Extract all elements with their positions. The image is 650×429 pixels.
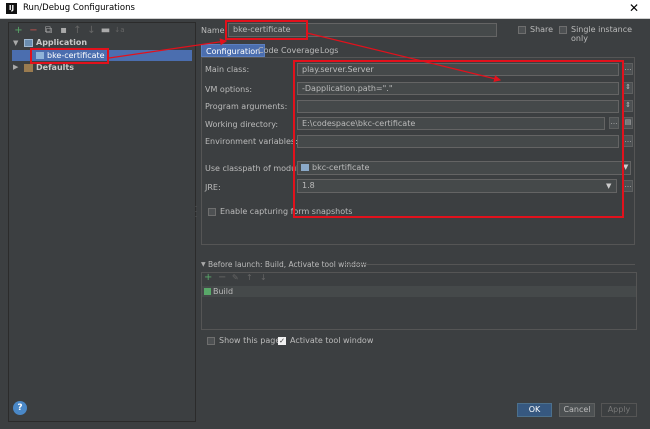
name-label: Name: [201,26,228,35]
sort-icon[interactable]: ↓a [114,25,125,36]
defaults-icon [24,64,33,72]
activate-tool-window-checkbox[interactable]: ✓ [278,337,286,345]
add-config-icon[interactable]: + [13,25,24,36]
show-this-page-label: Show this page [219,336,281,345]
apply-button[interactable]: Apply [601,403,637,417]
copy-config-icon[interactable]: ⧉ [43,25,54,36]
vm-options-label: VM options: [205,85,253,94]
share-checkbox[interactable] [518,26,526,34]
tab-logs[interactable]: Logs [316,44,342,57]
show-this-page-checkbox[interactable] [207,337,215,345]
application-icon [24,39,33,47]
move-up-icon[interactable]: ↑ [72,25,83,36]
title-bar: IJ Run/Debug Configurations ✕ [0,0,650,19]
annotation-box-config [293,60,624,218]
expand-arrow-icon[interactable]: ▶ [13,63,18,71]
tree-item-application[interactable]: Application [36,38,87,47]
add-task-icon[interactable]: + [204,273,212,283]
close-icon[interactable]: ✕ [629,1,639,15]
build-icon [204,288,211,295]
annotation-box-name [225,20,308,40]
window-title: Run/Debug Configurations [23,3,135,13]
tab-code-coverage[interactable]: Code Coverage [254,44,323,57]
expand-arrow-icon[interactable]: ▼ [13,39,18,47]
configurations-tree-panel [8,22,196,422]
share-label: Share [530,25,554,34]
capture-snapshots-checkbox[interactable] [208,208,216,216]
working-directory-label: Working directory: [205,120,279,129]
browse-main-class-button[interactable]: … [623,63,633,75]
before-launch-build-row[interactable] [202,286,636,297]
ok-button[interactable]: OK [517,403,552,417]
macro-button[interactable]: ▤ [623,117,633,129]
before-launch-title: Before launch: Build, Activate tool wind… [208,260,367,269]
expand-vm-options-button[interactable]: ⇕ [623,82,633,94]
remove-config-icon[interactable]: − [28,25,39,36]
move-down-icon[interactable]: ↓ [260,273,267,282]
single-instance-label: Single instance only [571,25,633,43]
program-arguments-label: Program arguments: [205,102,288,111]
classpath-module-label: Use classpath of module: [205,164,307,173]
edit-task-icon[interactable]: ✎ [232,273,239,282]
remove-task-icon[interactable]: − [218,273,226,283]
single-instance-checkbox[interactable] [559,26,567,34]
move-up-icon[interactable]: ↑ [246,273,253,282]
main-class-label: Main class: [205,65,250,74]
browse-jre-button[interactable]: … [623,180,633,192]
help-button[interactable]: ? [13,401,27,415]
splitter-handle[interactable]: · · · [195,205,197,221]
jre-label: JRE: [205,183,221,192]
save-config-icon[interactable]: ▪ [58,25,69,36]
activate-tool-window-label: Activate tool window [290,336,374,345]
expand-program-args-button[interactable]: ⇕ [623,100,633,112]
build-label: Build [213,287,234,296]
environment-variables-label: Environment variables: [205,137,298,146]
folder-icon[interactable]: ▬ [100,25,111,36]
edit-env-vars-button[interactable]: … [623,135,633,147]
cancel-button[interactable]: Cancel [559,403,595,417]
intellij-app-icon: IJ [6,3,17,14]
tree-item-defaults[interactable]: Defaults [36,63,74,72]
move-down-icon[interactable]: ↓ [86,25,97,36]
collapse-arrow-icon[interactable]: ▼ [201,261,206,268]
annotation-box-tree-item [30,48,109,64]
divider [345,264,635,265]
